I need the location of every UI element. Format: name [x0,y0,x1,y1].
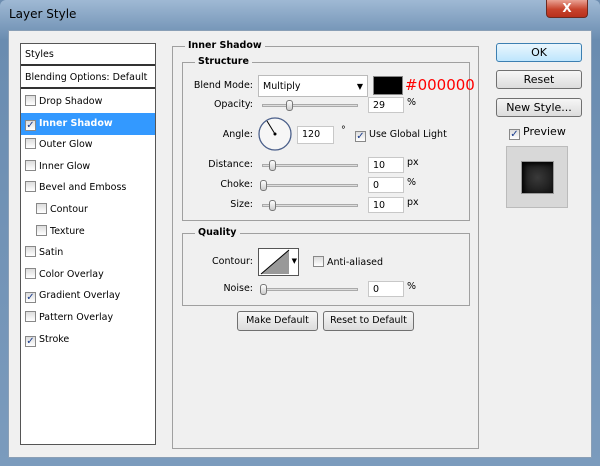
close-button[interactable]: X [546,0,588,18]
blending-options[interactable]: Blending Options: Default [21,67,155,89]
choke-thumb[interactable] [260,180,267,191]
size-input[interactable]: 10 [368,197,404,213]
sidebar-item-label: Inner Glow [39,160,91,172]
angle-dial[interactable] [257,116,293,152]
inner-shadow-title: Inner Shadow [185,40,265,51]
sidebar-item-bevel-and-emboss[interactable]: Bevel and Emboss [21,177,155,199]
styles-header[interactable]: Styles [21,44,155,66]
choke-slider[interactable] [260,180,358,191]
choke-label: Choke: [220,179,253,190]
sidebar-item-stroke[interactable]: ✓ Stroke [21,329,155,351]
checkbox-icon[interactable]: ✓ [25,119,36,131]
noise-slider[interactable] [260,284,358,295]
angle-unit: ° [341,125,346,136]
sidebar-item-satin[interactable]: Satin [21,242,155,264]
checkbox-icon: ✓ [509,129,520,140]
sidebar-item-label: Bevel and Emboss [39,182,127,194]
angle-label: Angle: [222,129,253,140]
sidebar-item-label: Inner Shadow [39,117,113,129]
opacity-input[interactable]: 29 [368,97,404,113]
sidebar-item-gradient-overlay[interactable]: ✓ Gradient Overlay [21,285,155,307]
sidebar-item-drop-shadow[interactable]: Drop Shadow [21,91,155,113]
checkbox-icon[interactable] [25,138,36,150]
noise-unit: % [407,281,417,292]
sidebar-item-label: Stroke [39,333,70,345]
opacity-slider[interactable] [262,100,358,111]
checkbox-icon[interactable] [36,224,47,236]
anti-aliased-checkbox[interactable]: Anti-aliased [313,256,383,268]
sidebar-item-pattern-overlay[interactable]: Pattern Overlay [21,307,155,329]
checkbox-icon: ✓ [355,131,366,142]
shadow-color-swatch[interactable] [373,76,403,95]
sidebar-item-outer-glow[interactable]: Outer Glow [21,134,155,156]
sidebar-item-label: Color Overlay [39,268,104,280]
chevron-down-icon: ▼ [356,82,363,91]
preview-swatch [506,146,568,208]
blend-mode-label: Blend Mode: [193,80,253,91]
sidebar-item-label: Texture [50,225,85,237]
opacity-unit: % [407,97,417,108]
quality-group: Quality [182,227,470,306]
chevron-down-icon: ▼ [291,257,297,265]
opacity-label: Opacity: [213,99,253,110]
size-label: Size: [230,199,253,210]
preview-checkbox[interactable]: ✓ Preview [509,125,566,140]
checkbox-icon[interactable] [25,246,36,258]
angle-input[interactable]: 120 [297,126,334,144]
preview-thumbnail [521,161,554,194]
contour-preview-icon [260,249,290,275]
checkbox-icon[interactable] [25,311,36,322]
reset-to-default-button[interactable]: Reset to Default [323,311,414,331]
structure-title: Structure [195,56,252,67]
sidebar-item-color-overlay[interactable]: Color Overlay [21,264,155,286]
choke-input[interactable]: 0 [368,177,404,193]
size-thumb[interactable] [269,200,276,211]
contour-picker[interactable]: ▼ [258,248,299,276]
sidebar-item-texture[interactable]: Texture [21,221,155,243]
size-slider[interactable] [262,200,358,211]
sidebar-item-label: Drop Shadow [39,96,103,107]
noise-label: Noise: [223,283,253,294]
checkbox-icon[interactable]: ✓ [25,292,36,304]
sidebar-item-contour[interactable]: Contour [21,199,155,221]
ok-button[interactable]: OK [496,43,582,62]
noise-thumb[interactable] [260,284,267,295]
noise-input[interactable]: 0 [368,281,404,297]
checkbox-icon[interactable] [25,267,36,279]
quality-title: Quality [195,227,240,238]
distance-label: Distance: [208,159,253,170]
checkbox-icon[interactable] [25,181,36,193]
distance-input[interactable]: 10 [368,157,404,173]
checkbox-icon[interactable]: ✓ [25,335,36,347]
make-default-button[interactable]: Make Default [237,311,318,331]
blend-mode-select[interactable]: Multiply ▼ [258,75,368,97]
distance-slider[interactable] [262,160,358,171]
new-style-button[interactable]: New Style... [496,98,582,117]
sidebar-item-label: Pattern Overlay [39,312,114,323]
distance-thumb[interactable] [269,160,276,171]
sidebar-item-inner-glow[interactable]: Inner Glow [21,156,155,178]
color-hex: #000000 [405,76,475,94]
choke-unit: % [407,177,417,188]
sidebar-item-label: Gradient Overlay [39,290,121,302]
sidebar-item-inner-shadow[interactable]: ✓ Inner Shadow [21,112,155,135]
reset-button[interactable]: Reset [496,70,582,89]
styles-list: Styles Blending Options: Default Drop Sh… [20,43,156,445]
checkbox-icon[interactable] [25,159,36,171]
sidebar-item-label: Contour [50,204,88,215]
size-unit: px [407,197,419,208]
checkbox-icon[interactable] [36,203,47,214]
use-global-light-checkbox[interactable]: ✓ Use Global Light [355,129,447,142]
window-title: Layer Style [9,7,77,21]
sidebar-item-label: Outer Glow [39,139,93,151]
sidebar-item-label: Satin [39,247,64,259]
checkbox-icon [313,256,324,267]
checkbox-icon[interactable] [25,95,36,106]
distance-unit: px [407,157,419,168]
opacity-thumb[interactable] [286,100,293,111]
contour-label: Contour: [212,256,253,267]
